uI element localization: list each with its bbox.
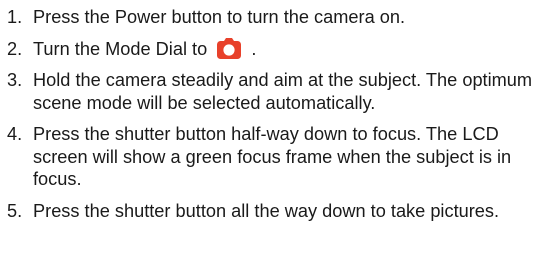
step-5: 5. Press the shutter button all the way … [7, 200, 535, 223]
step-text: Turn the Mode Dial to . [33, 37, 535, 61]
step-4: 4. Press the shutter button half-way dow… [7, 123, 535, 191]
step-text: Press the shutter button half-way down t… [33, 124, 512, 189]
step-number: 4. [7, 124, 23, 144]
step-3: 3. Hold the camera steadily and aim at t… [7, 69, 535, 114]
step-1: 1. Press the Power button to turn the ca… [7, 6, 535, 29]
step-2: 2. Turn the Mode Dial to . [7, 37, 535, 61]
step-number: 5. [7, 200, 23, 221]
step-text: Press the shutter button all the way dow… [33, 200, 500, 221]
step-number: 2. [7, 38, 23, 59]
step-number: 3. [7, 70, 23, 90]
step-text: Hold the camera steadily and aim at the … [33, 70, 533, 113]
instruction-list: 1. Press the Power button to turn the ca… [7, 6, 535, 231]
step-text-before-icon: Turn the Mode Dial to [33, 38, 208, 59]
step-text-after-icon: . [251, 38, 257, 59]
auto-mode-camera-icon [217, 37, 242, 59]
step-number: 1. [7, 7, 23, 27]
step-text: Press the Power button to turn the camer… [33, 7, 406, 27]
